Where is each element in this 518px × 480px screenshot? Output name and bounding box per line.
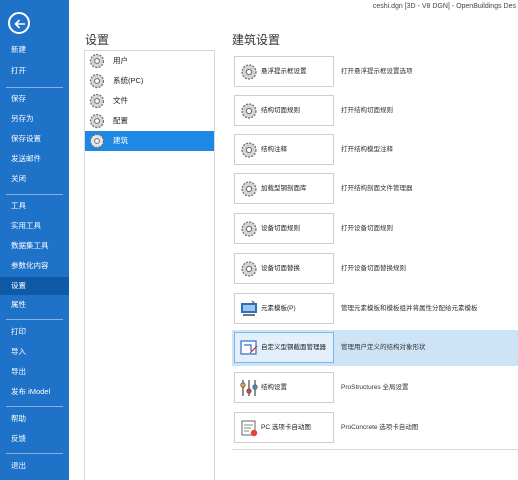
row-description: 打开结构切面规则	[341, 107, 393, 114]
button-label: PC 选项卡自动图	[261, 424, 311, 431]
nav-item-tools[interactable]: 工具	[0, 197, 69, 215]
panel-divider	[232, 449, 518, 450]
element-template-icon	[241, 300, 257, 316]
custom-section-icon	[240, 340, 258, 355]
button-label: 加载型钢剖面库	[261, 185, 307, 192]
gear-icon	[89, 113, 105, 129]
nav-item-utilities[interactable]: 实用工具	[0, 217, 69, 235]
row-description: 打开结构剖面文件管理器	[341, 185, 413, 192]
nav-item-send-mail[interactable]: 发送邮件	[0, 150, 69, 168]
nav-item-properties[interactable]: 属性	[0, 296, 69, 314]
settings-item-label: 建筑	[113, 136, 128, 145]
settings-item-config[interactable]: 配置	[85, 111, 214, 131]
nav-item-save-as[interactable]: 另存为	[0, 110, 69, 128]
button-label: 元素模板(P)	[261, 305, 296, 312]
nav-separator	[6, 87, 63, 88]
button-label: 设备切面替换	[261, 265, 300, 272]
nav-item-export[interactable]: 导出	[0, 363, 69, 381]
settings-item-file[interactable]: 文件	[85, 91, 214, 111]
row-description: ProStructures 全局设置	[341, 384, 409, 391]
architecture-heading: 建筑设置	[232, 33, 281, 47]
nav-item-exit[interactable]: 退出	[0, 457, 69, 475]
nav-separator	[6, 406, 63, 407]
nav-separator	[6, 194, 63, 195]
arch-row-tooltip-settings: 悬浮提示框设置 打开悬浮提示框设置选项	[232, 54, 518, 90]
backstage-nav: 新建 打开 保存 另存为 保存设置 发送邮件 关闭 工具 实用工具 数据集工具 …	[0, 0, 69, 480]
custom-section-manager-button[interactable]: 自定义型钢截面管理器	[234, 332, 334, 363]
gear-icon	[241, 181, 257, 197]
nav-item-feedback[interactable]: 反馈	[0, 430, 69, 448]
pc-options-button[interactable]: PC 选项卡自动图	[234, 412, 334, 443]
button-label: 结构切面规则	[261, 107, 300, 114]
arch-row-load-steel-library: 加载型钢剖面库 打开结构剖面文件管理器	[232, 171, 518, 207]
pc-options-icon	[241, 420, 258, 437]
gear-icon	[89, 73, 105, 89]
nav-item-help[interactable]: 帮助	[0, 410, 69, 428]
settings-item-label: 文件	[113, 96, 128, 105]
settings-item-user[interactable]: 用户	[85, 51, 214, 71]
arch-row-structure-annotation: 结构注释 打开结构模型注释	[232, 132, 518, 168]
button-label: 结构设置	[261, 384, 287, 391]
gear-icon	[89, 53, 105, 69]
nav-item-dataset-tools[interactable]: 数据集工具	[0, 237, 69, 255]
gear-icon	[241, 142, 257, 158]
button-label: 设备切面规则	[261, 225, 300, 232]
tooltip-settings-button[interactable]: 悬浮提示框设置	[234, 56, 334, 87]
row-description: 打开悬浮提示框设置选项	[341, 68, 413, 75]
arch-row-equipment-cut-rules: 设备切面规则 打开设备切面规则	[232, 211, 518, 247]
equipment-cut-rules-button[interactable]: 设备切面规则	[234, 213, 334, 244]
equipment-cut-replace-button[interactable]: 设备切面替换	[234, 253, 334, 284]
arch-row-pc-options: PC 选项卡自动图 ProConcrete 选项卡自动图	[232, 410, 518, 446]
settings-item-label: 用户	[113, 56, 128, 65]
load-steel-library-button[interactable]: 加载型钢剖面库	[234, 173, 334, 204]
arch-row-structure-cut-rules: 结构切面规则 打开结构切面规则	[232, 93, 518, 129]
back-arrow-icon[interactable]	[8, 12, 30, 34]
nav-item-save[interactable]: 保存	[0, 90, 69, 108]
row-description: 管理用户定义的结构对象形状	[341, 344, 426, 351]
nav-item-new[interactable]: 新建	[0, 41, 69, 59]
nav-separator	[6, 453, 63, 454]
button-label: 自定义型钢截面管理器	[261, 344, 326, 351]
nav-item-close[interactable]: 关闭	[0, 170, 69, 188]
nav-item-print[interactable]: 打印	[0, 323, 69, 341]
row-description: ProConcrete 选项卡自动图	[341, 424, 419, 431]
arch-row-structure-settings: 结构设置 ProStructures 全局设置	[232, 370, 518, 406]
row-description: 打开设备切面规则	[341, 225, 393, 232]
window-title: ceshi.dgn [3D - V8 DGN] - OpenBuildings …	[372, 3, 516, 10]
nav-separator	[6, 319, 63, 320]
gear-icon	[89, 133, 105, 149]
gear-icon	[241, 64, 257, 80]
nav-item-publish-imodel[interactable]: 发布 iModel	[0, 383, 69, 401]
gear-icon	[241, 261, 257, 277]
arch-row-custom-section-manager: 自定义型钢截面管理器 管理用户定义的结构对象形状	[232, 330, 518, 366]
nav-item-open[interactable]: 打开	[0, 62, 69, 80]
nav-item-settings[interactable]: 设置	[0, 277, 69, 295]
nav-item-save-settings[interactable]: 保存设置	[0, 130, 69, 148]
settings-heading: 设置	[85, 33, 110, 47]
settings-item-label: 系统(PC)	[113, 76, 144, 85]
button-label: 悬浮提示框设置	[261, 68, 307, 75]
settings-list: 用户 系统(PC) 文件 配置 建筑	[84, 50, 215, 480]
gear-icon	[89, 93, 105, 109]
gear-icon	[241, 221, 257, 237]
nav-item-import[interactable]: 导入	[0, 343, 69, 361]
settings-item-label: 配置	[113, 116, 128, 125]
row-description: 打开设备切面替换规则	[341, 265, 406, 272]
structure-settings-button[interactable]: 结构设置	[234, 372, 334, 403]
settings-item-system[interactable]: 系统(PC)	[85, 71, 214, 91]
nav-item-parametric-content[interactable]: 参数化内容	[0, 257, 69, 275]
settings-item-building[interactable]: 建筑	[85, 131, 214, 151]
element-templates-button[interactable]: 元素模板(P)	[234, 293, 334, 324]
gear-icon	[241, 103, 257, 119]
structure-cut-rules-button[interactable]: 结构切面规则	[234, 95, 334, 126]
button-label: 结构注释	[261, 146, 287, 153]
sliders-icon	[240, 380, 258, 396]
row-description: 管理元素模板和模板组并将属性分配给元素模板	[341, 305, 478, 312]
arch-row-equipment-cut-replace: 设备切面替换 打开设备切面替换规则	[232, 251, 518, 287]
row-description: 打开结构模型注释	[341, 146, 393, 153]
structure-annotation-button[interactable]: 结构注释	[234, 134, 334, 165]
arch-row-element-templates: 元素模板(P) 管理元素模板和模板组并将属性分配给元素模板	[232, 291, 518, 327]
